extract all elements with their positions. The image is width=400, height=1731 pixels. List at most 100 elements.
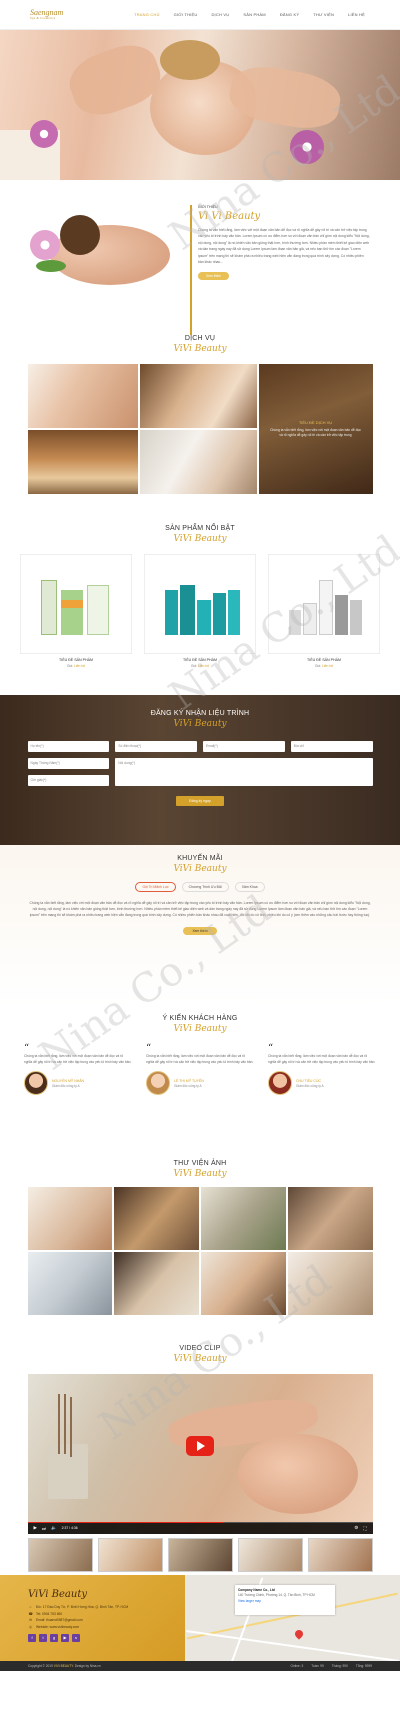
- video-thumbnail[interactable]: [167, 1538, 233, 1572]
- product-card[interactable]: Tiêu đề sản phẩm Giá: Liên hệ: [20, 554, 132, 668]
- promo-tab-2[interactable]: Chương Trình Ưu Đãi: [181, 882, 229, 892]
- testimonial-role: Giám đốc công ty A: [174, 1083, 202, 1088]
- google-plus-icon[interactable]: g: [50, 1634, 58, 1642]
- date-field[interactable]: Ngày Tháng Năm(*): [27, 758, 110, 769]
- about-section: Giới thiệu Vi Vi Beauty Chúng ta vẫn biế…: [0, 180, 400, 335]
- about-image: [30, 205, 180, 310]
- gallery-image[interactable]: [201, 1187, 286, 1250]
- nav-item-services[interactable]: Dịch vụ: [204, 9, 236, 20]
- product-card[interactable]: Tiêu đề sản phẩm Giá: Liên hệ: [268, 554, 380, 668]
- email-field[interactable]: Email(*): [203, 741, 285, 752]
- service-tile[interactable]: [27, 364, 138, 428]
- register-form: Họ tên(*) Số điện thoại(*) Email(*) Địa …: [27, 741, 373, 786]
- play-icon[interactable]: [186, 1436, 214, 1456]
- youtube-icon[interactable]: ▶: [61, 1634, 69, 1642]
- gallery-image[interactable]: [201, 1252, 286, 1315]
- facebook-icon[interactable]: f: [28, 1634, 36, 1642]
- service-featured-text: Chúng ta vẫn biết rằng, làm việc với một…: [270, 428, 361, 437]
- service-featured-title: Tiêu đề dịch vụ: [298, 420, 333, 425]
- video-thumbnail[interactable]: [97, 1538, 163, 1572]
- stat-week: Tuần: 99: [311, 1664, 324, 1668]
- fullscreen-icon[interactable]: ⛶: [363, 1526, 366, 1531]
- main-nav: Trang chủ Giới thiệu Dịch vụ Sản phẩm Đă…: [127, 9, 372, 20]
- gallery-image[interactable]: [27, 1187, 113, 1250]
- address-field[interactable]: Địa chỉ: [290, 741, 373, 752]
- testimonials-title: Ý KIẾN KHÁCH HÀNG: [162, 1015, 238, 1022]
- footer-info: ViVi Beauty ⌂ Đ/c: 17 Đào Duy Từ, P. Bình…: [0, 1575, 185, 1671]
- next-icon[interactable]: ⏭: [42, 1526, 46, 1531]
- promo-tab-3[interactable]: Xăm Khoa: [234, 882, 265, 892]
- nav-item-contact[interactable]: Liên hệ: [341, 9, 372, 20]
- footer-website: Website: www.vivibeauty.com: [36, 1624, 80, 1629]
- video-player[interactable]: ▶ ⏭ 🔈 2:37 / 4:36 ⚙ ⛶: [27, 1374, 373, 1534]
- product-name[interactable]: Tiêu đề sản phẩm: [268, 658, 380, 662]
- product-price: Giá: Liên hệ: [268, 664, 380, 668]
- name-field[interactable]: Họ tên(*): [27, 741, 110, 752]
- settings-icon[interactable]: ⚙: [354, 1525, 358, 1531]
- about-leaves: [36, 260, 66, 272]
- video-thumbnail[interactable]: [307, 1538, 373, 1572]
- testimonial-text: Chúng ta vẫn biết rằng, làm việc với một…: [146, 1054, 254, 1064]
- services-section: DỊCH VỤ ViVi Beauty Tiêu đề dịch vụ Chún…: [0, 335, 400, 525]
- video-face: [237, 1434, 358, 1514]
- gallery-title: THƯ VIỆN ẢNH: [173, 1160, 227, 1167]
- video-progress[interactable]: [27, 1522, 373, 1523]
- testimonial-name: Lê Thị Mỹ Tuyền: [174, 1078, 204, 1083]
- video-thumbnail[interactable]: [27, 1538, 93, 1572]
- time-field[interactable]: Giờ giấc(*): [27, 775, 110, 786]
- copyright-text: Copyright © 2019 VIVI BEAUTY. Design by …: [28, 1664, 101, 1668]
- service-tile[interactable]: [139, 430, 257, 494]
- product-name[interactable]: Tiêu đề sản phẩm: [144, 658, 256, 662]
- nav-item-products[interactable]: Sản phẩm: [236, 9, 273, 20]
- gallery-image[interactable]: [114, 1187, 199, 1250]
- product-image[interactable]: [268, 554, 380, 654]
- promo-readmore-button[interactable]: Xem thêm: [183, 926, 217, 935]
- product-name[interactable]: Tiêu đề sản phẩm: [20, 658, 132, 662]
- nav-item-gallery[interactable]: Thư viện: [306, 9, 341, 20]
- site-logo[interactable]: Saengnam Spa & Cosmetics: [30, 9, 63, 20]
- message-field[interactable]: Nội dung(*): [115, 758, 373, 786]
- testimonial-text: Chúng ta vẫn biết rằng, làm việc với một…: [24, 1054, 132, 1064]
- testimonial-role: Giám đốc công ty A: [52, 1083, 80, 1088]
- play-pause-icon[interactable]: ▶: [34, 1525, 37, 1531]
- gallery-image[interactable]: [287, 1187, 373, 1250]
- nav-item-home[interactable]: Trang chủ: [127, 9, 167, 20]
- video-controls: ▶ ⏭ 🔈 2:37 / 4:36 ⚙ ⛶: [27, 1522, 373, 1534]
- map-pin-icon[interactable]: [293, 1628, 305, 1640]
- video-thumbnail[interactable]: [237, 1538, 303, 1572]
- product-image[interactable]: [20, 554, 132, 654]
- nav-item-register[interactable]: Đăng ký: [273, 9, 306, 20]
- gallery-image[interactable]: [287, 1252, 373, 1315]
- video-reed-sticks: [57, 1394, 60, 1454]
- footer-map[interactable]: Company Name Co., Ltd 140 Trường Chinh, …: [185, 1575, 400, 1671]
- service-overlay: Tiêu đề dịch vụ Chúng ta vẫn biết rằng, …: [258, 364, 373, 494]
- gallery-image[interactable]: [27, 1252, 113, 1315]
- video-thumbnails: [0, 1538, 400, 1572]
- about-hair: [60, 215, 100, 255]
- product-card[interactable]: Tiêu đề sản phẩm Giá: Liên hệ: [144, 554, 256, 668]
- services-script: ViVi Beauty: [173, 344, 227, 354]
- globe-icon: ◎: [29, 1624, 32, 1629]
- phone-field[interactable]: Số điện thoại(*): [115, 741, 197, 752]
- nav-item-about[interactable]: Giới thiệu: [167, 9, 205, 20]
- gallery-image[interactable]: [114, 1252, 199, 1315]
- about-readmore-button[interactable]: Xem thêm: [198, 272, 230, 281]
- register-submit-button[interactable]: Đăng ký ngay: [176, 796, 224, 806]
- hero-banner[interactable]: [0, 30, 400, 180]
- testimonial-name: Chu Tiểu Cúc: [296, 1078, 322, 1083]
- stat-online: Online: 3: [290, 1664, 304, 1668]
- about-eyebrow: Giới thiệu: [198, 205, 218, 209]
- about-content: Giới thiệu Vi Vi Beauty Chúng ta vẫn biế…: [190, 205, 370, 335]
- skype-icon[interactable]: s: [72, 1634, 80, 1642]
- service-tile[interactable]: [139, 364, 257, 428]
- map-larger-link[interactable]: View larger map: [238, 1599, 332, 1603]
- volume-icon[interactable]: 🔈: [51, 1525, 57, 1531]
- service-featured-tile[interactable]: Tiêu đề dịch vụ Chúng ta vẫn biết rằng, …: [258, 364, 373, 494]
- products-script: ViVi Beauty: [173, 534, 227, 544]
- logo-sub-text: Spa & Cosmetics: [30, 16, 56, 20]
- service-tile[interactable]: [27, 430, 138, 494]
- twitter-icon[interactable]: t: [39, 1634, 47, 1642]
- product-image[interactable]: [144, 554, 256, 654]
- map-address: 140 Trường Chinh, Phường 14, Q. Tân Bình…: [238, 1593, 315, 1597]
- promo-tab-1[interactable]: Gội Trị Mãnh Lực: [135, 882, 176, 892]
